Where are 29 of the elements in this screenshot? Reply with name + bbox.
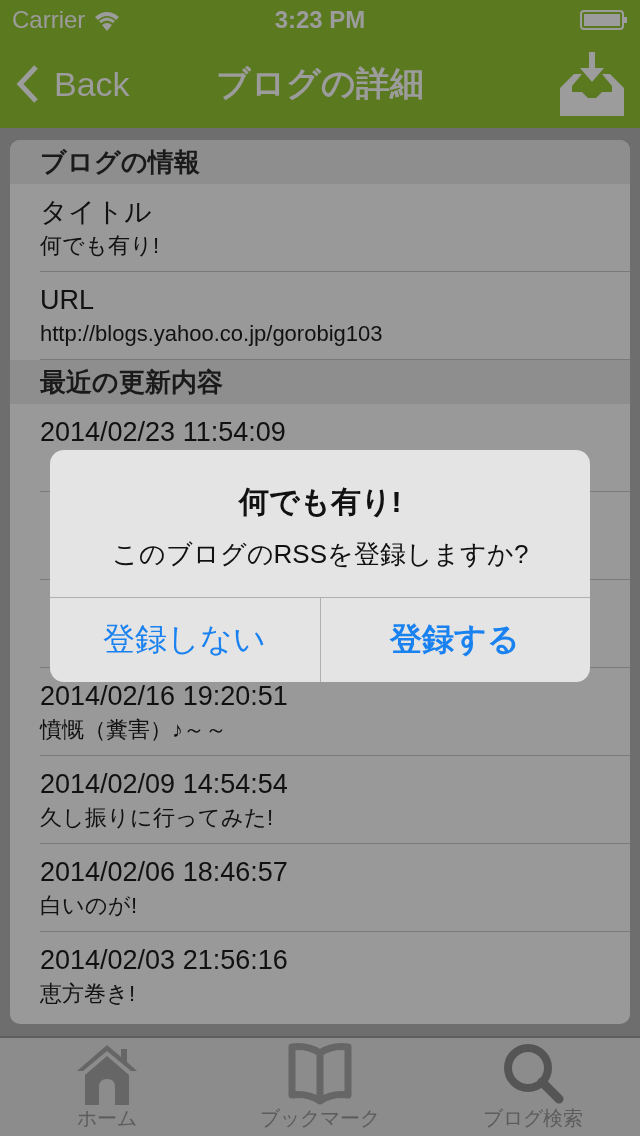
alert-message: このブログのRSSを登録しますか?: [111, 537, 529, 571]
chevron-icon: [16, 64, 40, 104]
wifi-icon: [93, 9, 122, 31]
row-subtitle: 恵方巻き!: [40, 983, 136, 1005]
nav-title: ブログの詳細: [216, 64, 424, 102]
row-subtitle: 何でも有り!: [40, 235, 160, 257]
alert-button[interactable]: 登録する: [319, 598, 590, 682]
battery-icon: [580, 10, 628, 30]
download-button[interactable]: [560, 52, 624, 116]
row-subtitle: http://blogs.yahoo.co.jp/gorobig103: [40, 323, 383, 345]
row-subtitle: 白いのが!: [40, 895, 138, 917]
row-subtitle: 憤慨（糞害）♪～～: [40, 719, 227, 741]
book-icon: [288, 1041, 352, 1105]
row-title: 2014/02/06 18:46:57: [40, 859, 288, 886]
alert-button[interactable]: 登録しない: [50, 598, 320, 682]
search-icon: [501, 1041, 566, 1105]
row-title: 2014/02/16 19:20:51: [40, 683, 288, 710]
row-title: 2014/02/09 14:54:54: [40, 771, 288, 798]
row-title: タイトル: [40, 199, 152, 226]
section-header: 最近の更新内容: [40, 365, 223, 399]
alert-title: 何でも有り!: [238, 483, 402, 520]
row-title: URL: [40, 287, 94, 314]
status-time: 3:23 PM: [274, 6, 366, 33]
row-title: 2014/02/23 11:54:09: [40, 419, 286, 446]
row-title: 2014/02/03 21:56:16: [40, 947, 288, 974]
section-header: ブログの情報: [40, 145, 200, 179]
carrier-label: Carrier: [12, 6, 86, 34]
row-subtitle: 久し振りに行ってみた!: [40, 807, 274, 829]
back-button[interactable]: Back: [16, 64, 130, 104]
